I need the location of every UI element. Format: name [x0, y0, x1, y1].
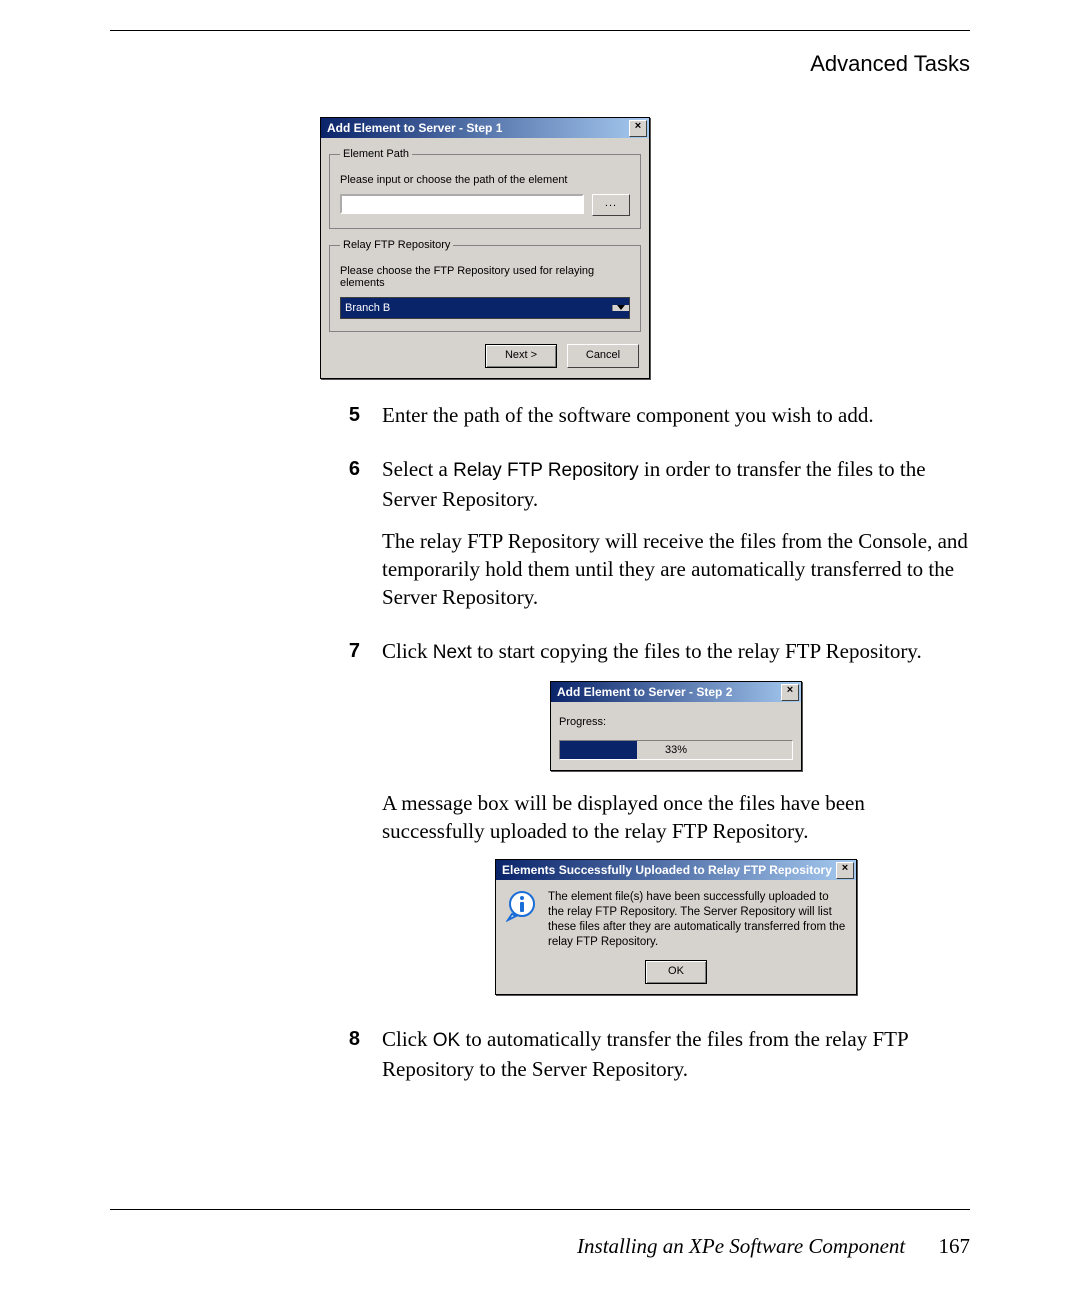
next-button[interactable]: Next > [485, 344, 557, 368]
step-7-text-b: to start copying the files to the relay … [472, 639, 922, 663]
page-content: Add Element to Server - Step 1 × Element… [0, 117, 970, 1097]
dialog2-titlebar: Add Element to Server - Step 2 × [551, 682, 801, 702]
steps-list: 5 Enter the path of the software compone… [0, 401, 970, 1097]
progress-text: 33% [560, 741, 792, 759]
figure-dialog-success: Elements Successfully Uploaded to Relay … [382, 859, 970, 995]
after-step7-text: A message box will be displayed once the… [382, 789, 970, 845]
step-7-number: 7 [0, 637, 382, 1013]
step-7-text-a: Click [382, 639, 433, 663]
step-6-body: Select a Relay FTP Repository in order t… [382, 455, 970, 625]
figure-dialog-step1: Add Element to Server - Step 1 × Element… [0, 117, 970, 379]
page-header-title: Advanced Tasks [0, 51, 970, 77]
step-7: 7 Click Next to start copying the files … [0, 637, 970, 1013]
dialog-add-element-step1: Add Element to Server - Step 1 × Element… [320, 117, 650, 379]
dialog2-body: Progress: 33% [551, 702, 801, 770]
step-7-text: Click Next to start copying the files to… [382, 637, 970, 667]
step-5-number: 5 [0, 401, 382, 443]
dialog3-message: The element file(s) have been successful… [548, 890, 846, 950]
dialog1-body: Element Path Please input or choose the … [321, 138, 649, 378]
element-path-input[interactable] [340, 194, 584, 214]
step-8: 8 Click OK to automatically transfer the… [0, 1025, 970, 1097]
step-6-para2: The relay FTP Repository will receive th… [382, 527, 970, 611]
group-element-path: Element Path Please input or choose the … [329, 148, 641, 229]
step-8-text-a: Click [382, 1027, 433, 1051]
browse-button[interactable]: ... [592, 194, 630, 216]
figure-dialog-step2: Add Element to Server - Step 2 × Progres… [382, 681, 970, 771]
close-icon[interactable]: × [629, 120, 647, 137]
close-icon[interactable]: × [836, 862, 854, 879]
dialog1-title: Add Element to Server - Step 1 [327, 121, 502, 135]
dialog3-button-row: OK [496, 956, 856, 994]
progress-label: Progress: [559, 708, 793, 736]
step-6-ui-label: Relay FTP Repository [453, 460, 639, 481]
dialog1-titlebar: Add Element to Server - Step 1 × [321, 118, 649, 138]
footer-section-title: Installing an XPe Software Component [577, 1234, 905, 1258]
footer-page-number: 167 [939, 1234, 971, 1258]
step-5-body: Enter the path of the software component… [382, 401, 970, 443]
step-8-ui-label: OK [433, 1030, 460, 1051]
progress-bar: 33% [559, 740, 793, 760]
relay-ftp-select[interactable]: Branch B [340, 297, 630, 319]
dialog-add-element-step2: Add Element to Server - Step 2 × Progres… [550, 681, 802, 771]
dialog-upload-success: Elements Successfully Uploaded to Relay … [495, 859, 857, 995]
step-6: 6 Select a Relay FTP Repository in order… [0, 455, 970, 625]
next-button-label: Next > [505, 349, 537, 361]
cancel-button[interactable]: Cancel [567, 344, 639, 368]
element-path-instruction: Please input or choose the path of the e… [340, 174, 630, 186]
chevron-down-icon [612, 305, 629, 311]
document-page: Advanced Tasks Add Element to Server - S… [0, 0, 1080, 1299]
step-7-body: Click Next to start copying the files to… [382, 637, 970, 1013]
ok-button[interactable]: OK [645, 960, 707, 984]
step-5: 5 Enter the path of the software compone… [0, 401, 970, 443]
group-element-path-legend: Element Path [340, 148, 412, 160]
dialog3-titlebar: Elements Successfully Uploaded to Relay … [496, 860, 856, 880]
dialog3-body: The element file(s) have been successful… [496, 880, 856, 956]
step-8-body: Click OK to automatically transfer the f… [382, 1025, 970, 1097]
dialog3-title: Elements Successfully Uploaded to Relay … [502, 856, 832, 884]
close-icon[interactable]: × [781, 684, 799, 701]
relay-ftp-selected: Branch B [341, 302, 612, 314]
step-8-text-b: to automatically transfer the files from… [382, 1027, 908, 1081]
relay-instruction: Please choose the FTP Repository used fo… [340, 265, 630, 289]
dialog2-title: Add Element to Server - Step 2 [557, 678, 732, 706]
step-8-number: 8 [0, 1025, 382, 1097]
step-8-text: Click OK to automatically transfer the f… [382, 1025, 970, 1083]
info-icon [506, 890, 538, 922]
element-path-row: ... [340, 194, 630, 216]
group-relay-ftp: Relay FTP Repository Please choose the F… [329, 239, 641, 332]
ok-button-label: OK [668, 965, 684, 977]
footer-rule [110, 1209, 970, 1210]
step-6-text-a: Select a [382, 457, 453, 481]
header-rule [110, 30, 970, 31]
dialog1-button-row: Next > Cancel [329, 342, 641, 370]
group-relay-legend: Relay FTP Repository [340, 239, 453, 251]
step-6-number: 6 [0, 455, 382, 625]
cancel-button-label: Cancel [586, 349, 620, 361]
step-5-text: Enter the path of the software component… [382, 401, 970, 429]
step-6-text: Select a Relay FTP Repository in order t… [382, 455, 970, 513]
step-7-ui-label: Next [433, 642, 472, 663]
page-footer: Installing an XPe Software Component 167 [0, 1234, 970, 1259]
